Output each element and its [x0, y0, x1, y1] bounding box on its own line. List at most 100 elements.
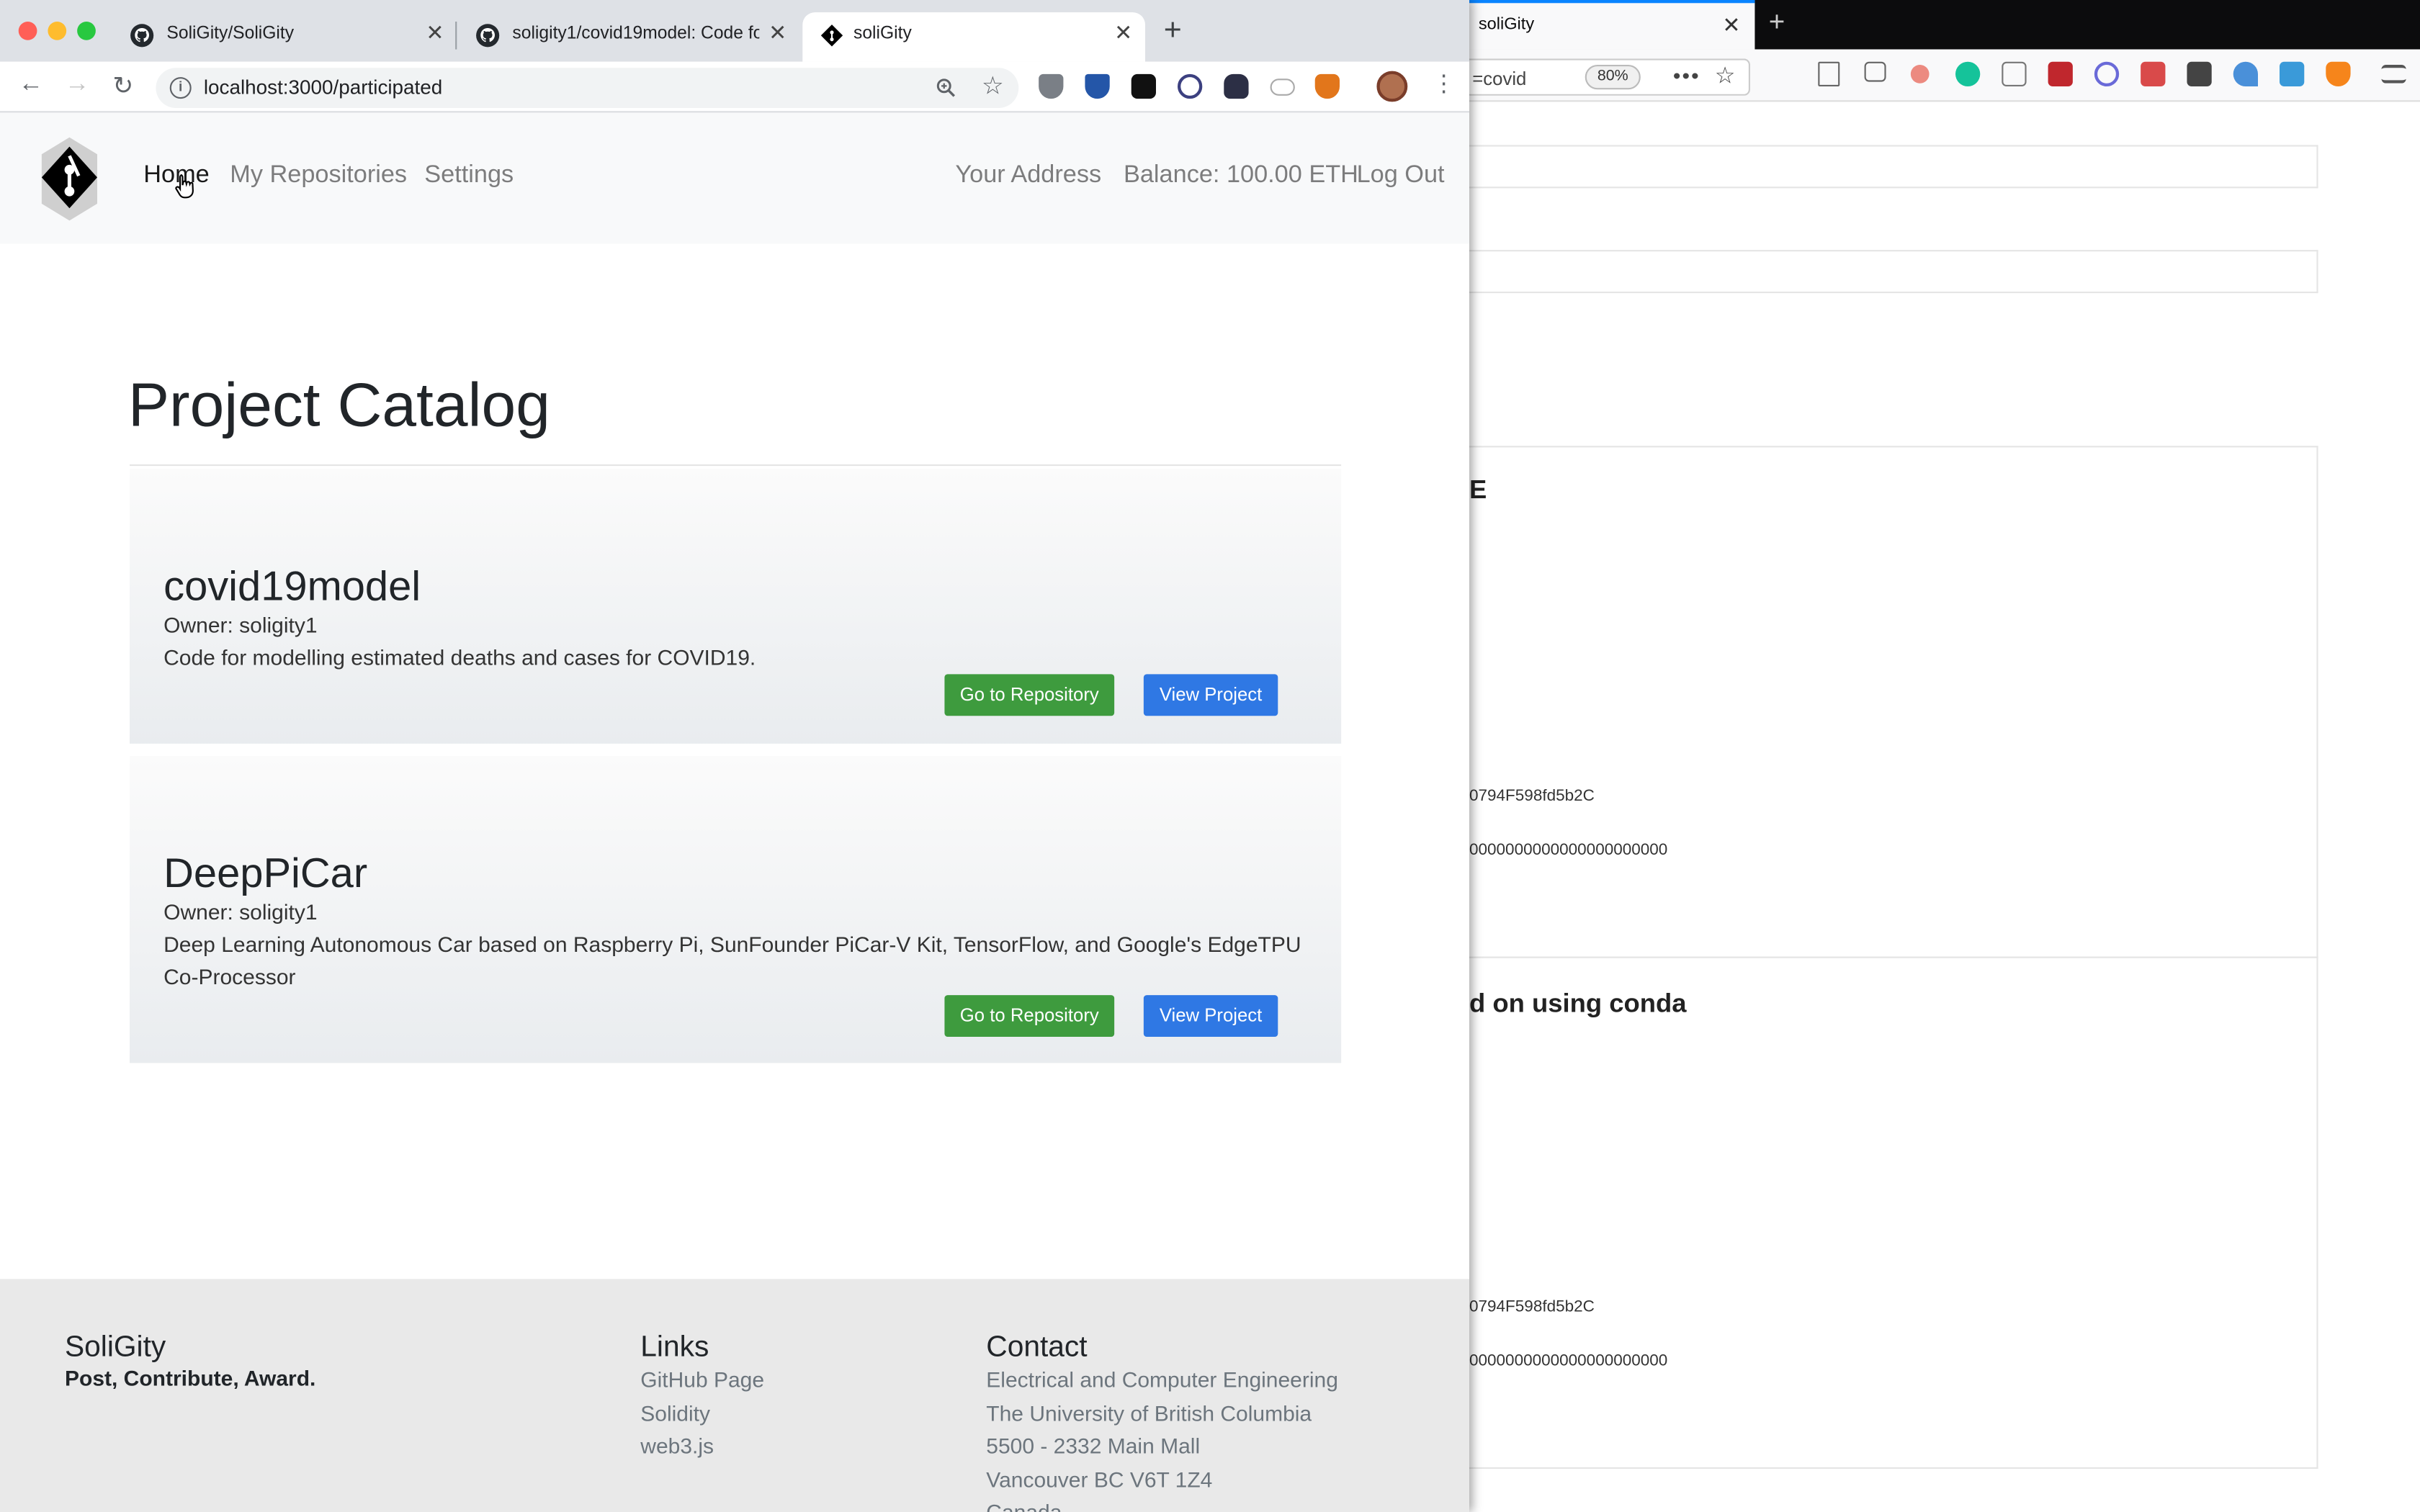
ublock-icon[interactable]	[2048, 61, 2073, 86]
chrome-toolbar: ← → ↻ i localhost:3000/participated ☆ ⋮	[0, 61, 1469, 113]
firefox-url-bar[interactable]: =covid 80% ••• ☆	[1451, 58, 1750, 96]
project-name: DeepPiCar	[163, 850, 368, 896]
contact-line: Canada	[986, 1499, 1062, 1512]
reload-icon[interactable]: ↻	[112, 71, 133, 102]
screenshot-icon[interactable]	[2002, 61, 2027, 86]
firefox-url-text: =covid	[1472, 68, 1527, 90]
bookmark-star-icon[interactable]: ☆	[982, 71, 1004, 102]
project-description: Code for modelling estimated deaths and …	[163, 644, 756, 670]
form-field[interactable]	[1451, 145, 2318, 189]
project-card: DeepPiCar Owner: soligity1 Deep Learning…	[130, 756, 1342, 1063]
card-heading: E	[1469, 475, 1487, 505]
block-extension-icon[interactable]	[1178, 73, 1203, 99]
menu-icon[interactable]	[2381, 65, 2406, 84]
tab-soligity-github[interactable]: SoliGity/SoliGity ✕	[115, 12, 454, 62]
page-title: Project Catalog	[127, 372, 550, 440]
close-window-button[interactable]	[18, 22, 37, 40]
project-description: Deep Learning Autonomous Car based on Ra…	[163, 932, 1301, 989]
form-field[interactable]	[1451, 250, 2318, 294]
close-icon[interactable]: ✕	[1114, 20, 1132, 46]
github-icon	[130, 24, 154, 48]
footer-link-github[interactable]: GitHub Page	[640, 1367, 764, 1392]
sidebar-icon[interactable]	[1864, 61, 1886, 82]
firefox-page: E 0794F598fd5b2C 0000000000000000000000 …	[1451, 102, 2420, 1512]
go-to-repository-button[interactable]: Go to Repository	[944, 995, 1115, 1037]
metamask-icon[interactable]	[1314, 73, 1340, 99]
nav-log-out[interactable]: Log Out	[1357, 162, 1445, 190]
minimize-window-button[interactable]	[48, 22, 67, 40]
footer-link-web3[interactable]: web3.js	[640, 1434, 714, 1458]
block-icon[interactable]	[2094, 61, 2120, 86]
nav-settings[interactable]: Settings	[424, 162, 514, 190]
footer-links-heading: Links	[640, 1331, 709, 1364]
info-icon[interactable]: i	[169, 77, 192, 99]
project-card: covid19model Owner: soligity1 Code for m…	[130, 469, 1342, 744]
contact-line: Electrical and Computer Engineering	[986, 1367, 1338, 1392]
bookmark-star-icon[interactable]: ☆	[1715, 62, 1736, 89]
cat-extension-icon[interactable]	[1224, 73, 1249, 99]
view-project-button[interactable]: View Project	[1143, 995, 1278, 1037]
close-icon[interactable]: ✕	[1722, 12, 1740, 38]
site-navbar: Home My Repositories Settings Your Addre…	[0, 112, 1469, 244]
chrome-window: SoliGity/SoliGity ✕ soligity1/covid19mod…	[0, 0, 1469, 1512]
v-icon[interactable]	[2233, 61, 2258, 86]
go-to-repository-button[interactable]: Go to Repository	[944, 674, 1115, 716]
nav-your-address[interactable]: Your Address	[955, 162, 1101, 190]
tab-soligity-app[interactable]: soliGity ✕	[802, 12, 1145, 62]
s-icon[interactable]	[2280, 61, 2305, 86]
title-divider	[130, 464, 1342, 467]
balance-display: Balance: 100.00 ETH	[1124, 162, 1358, 189]
library-icon[interactable]	[1818, 61, 1840, 86]
back-arrow-icon[interactable]: ←	[19, 71, 43, 99]
new-tab-icon[interactable]: +	[1769, 6, 1785, 39]
pen-icon[interactable]	[2141, 61, 2166, 86]
project-name: covid19model	[163, 563, 421, 610]
contact-line: Vancouver BC V6T 1Z4	[986, 1467, 1213, 1493]
address-bar[interactable]: i localhost:3000/participated ☆	[156, 68, 1019, 108]
firefox-tab[interactable]: soliGity ✕	[1451, 0, 1755, 50]
profile-avatar[interactable]	[1376, 71, 1408, 102]
card-heading: d on using conda	[1469, 989, 1687, 1019]
grammarly-icon[interactable]	[1955, 61, 1981, 86]
view-project-button[interactable]: View Project	[1143, 674, 1278, 716]
firefox-toolbar: =covid 80% ••• ☆	[1451, 49, 2420, 102]
tab-extension-icon[interactable]	[1131, 73, 1156, 99]
shield-extension-icon[interactable]	[1039, 73, 1064, 99]
forward-arrow-icon[interactable]: →	[65, 71, 89, 99]
new-tab-icon[interactable]: +	[1164, 14, 1182, 49]
project-owner: Owner: soligity1	[163, 899, 318, 924]
contact-line: 5500 - 2332 Main Mall	[986, 1433, 1201, 1458]
tab-divider	[455, 22, 457, 50]
firefox-tab-bar: soliGity ✕ +	[1451, 0, 2420, 50]
soligity-logo[interactable]	[35, 134, 103, 223]
close-icon[interactable]: ✕	[426, 20, 444, 46]
vue-extension-icon[interactable]	[1085, 73, 1110, 99]
project-card: d on using conda 0794F598fd5b2C 00000000…	[1451, 956, 2318, 1469]
cloud-extension-icon[interactable]	[1270, 78, 1295, 96]
numeric-value: 0000000000000000000000	[1469, 840, 1668, 860]
metamask-icon[interactable]	[2326, 61, 2351, 86]
numeric-value: 0000000000000000000000	[1469, 1351, 1668, 1370]
tab-covid19model-github[interactable]: soligity1/covid19model: Code for ✕	[460, 12, 799, 62]
footer-link-solidity[interactable]: Solidity	[640, 1401, 710, 1426]
address-value: 0794F598fd5b2C	[1469, 1297, 1595, 1316]
site-footer: SoliGity Post, Contribute, Award. Links …	[0, 1279, 1469, 1512]
chrome-tab-strip: SoliGity/SoliGity ✕ soligity1/covid19mod…	[0, 0, 1469, 62]
github-icon	[476, 24, 500, 48]
footer-tagline: Post, Contribute, Award.	[65, 1365, 316, 1390]
extension-icon[interactable]	[1910, 65, 1930, 84]
close-icon[interactable]: ✕	[768, 20, 786, 46]
footer-brand: SoliGity	[65, 1331, 166, 1364]
zoom-indicator[interactable]: 80%	[1585, 65, 1641, 90]
nav-my-repositories[interactable]: My Repositories	[230, 162, 407, 190]
tab-icon[interactable]	[2187, 61, 2212, 86]
zoom-icon[interactable]	[936, 77, 957, 99]
firefox-tab-title: soliGity	[1478, 15, 1535, 35]
git-logo-icon	[820, 24, 843, 47]
menu-kebab-icon[interactable]: ⋮	[1433, 69, 1456, 97]
maximize-window-button[interactable]	[77, 22, 96, 40]
url-text: localhost:3000/participated	[203, 76, 443, 99]
project-owner: Owner: soligity1	[163, 612, 318, 637]
more-icon[interactable]: •••	[1673, 63, 1700, 88]
footer-contact-heading: Contact	[986, 1331, 1088, 1364]
